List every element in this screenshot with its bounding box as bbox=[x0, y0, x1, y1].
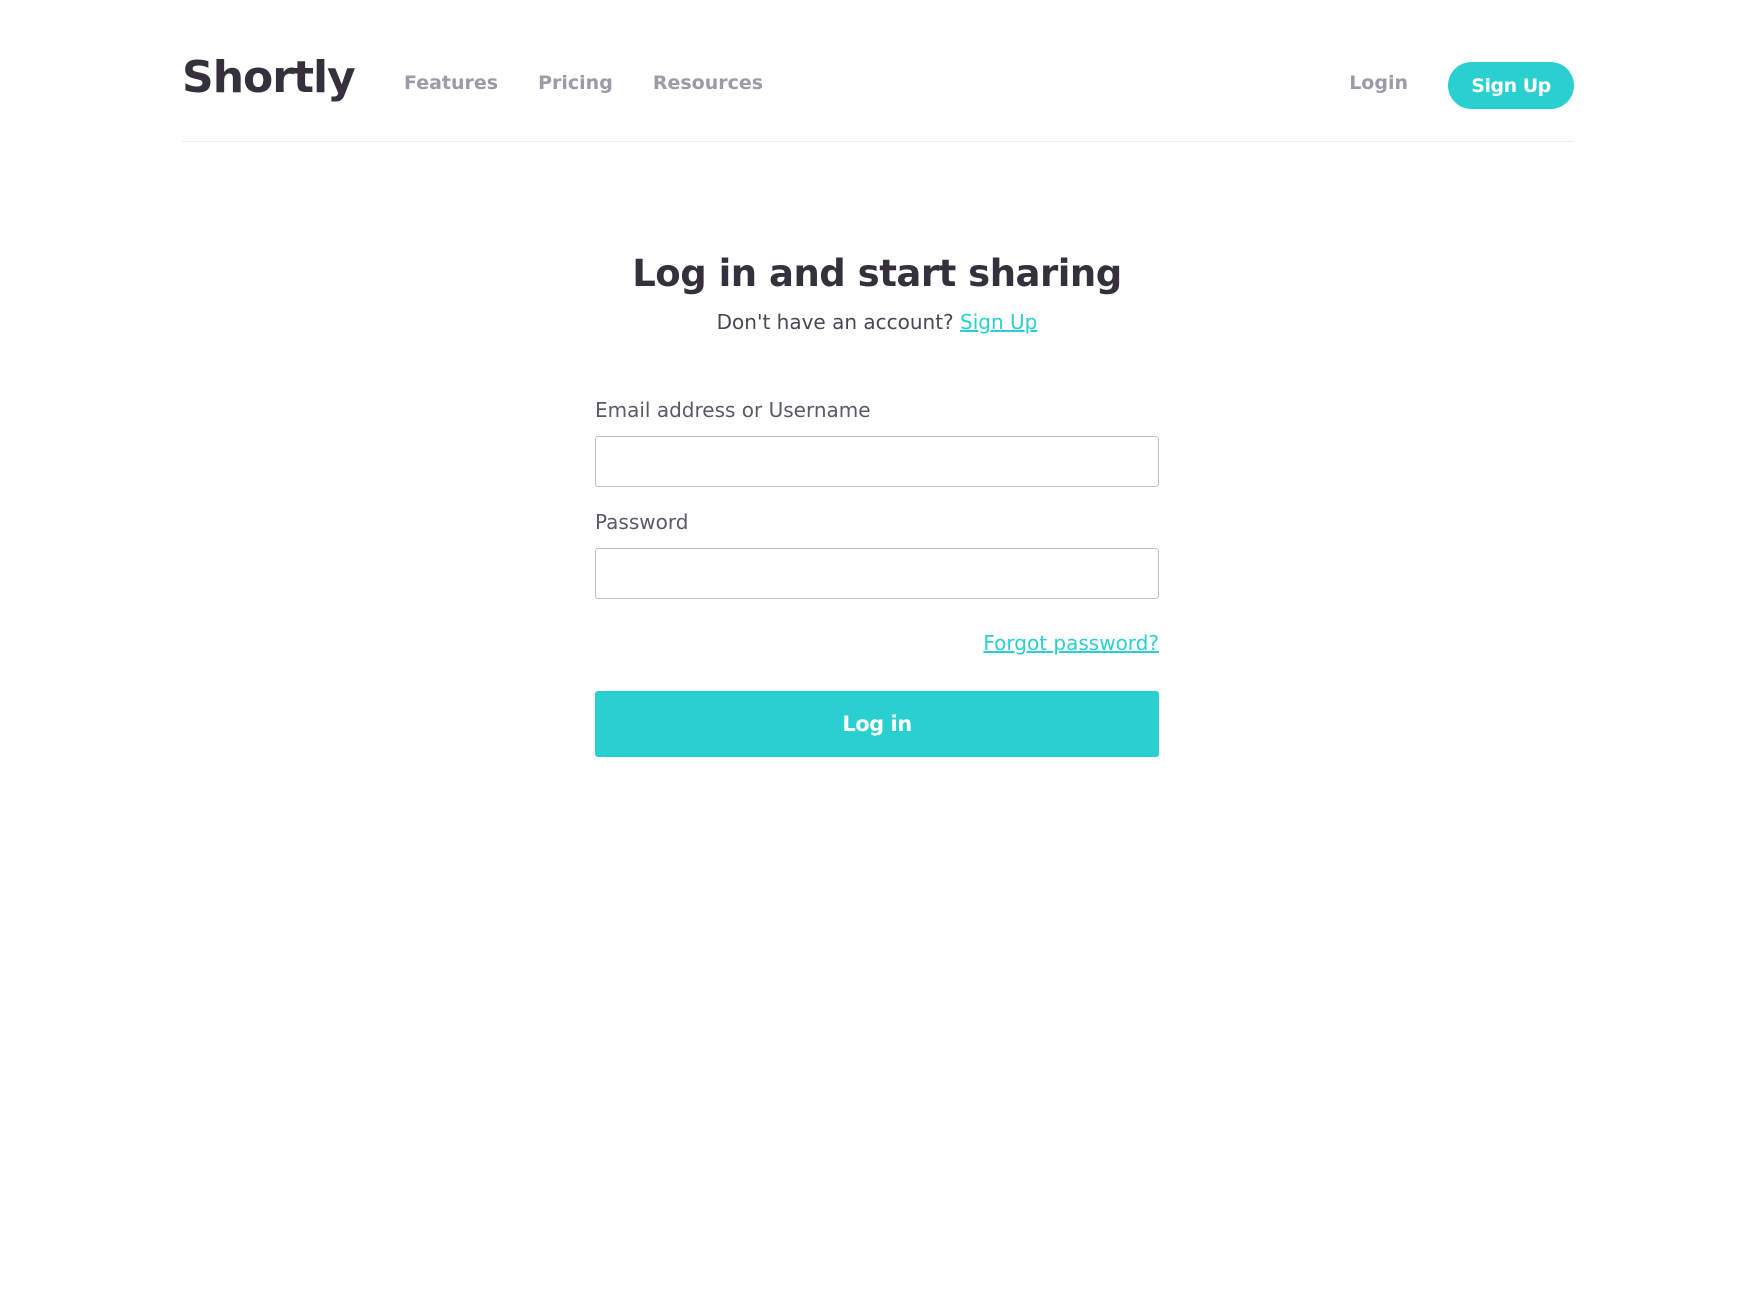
nav-pricing-link[interactable]: Pricing bbox=[538, 74, 613, 93]
nav-features-link[interactable]: Features bbox=[404, 74, 498, 93]
main-nav: Features Pricing Resources bbox=[404, 74, 763, 93]
site-header: Shortly Features Pricing Resources Login… bbox=[182, 40, 1574, 142]
header-login-link[interactable]: Login bbox=[1349, 74, 1408, 93]
header-signup-button[interactable]: Sign Up bbox=[1448, 62, 1574, 109]
email-label: Email address or Username bbox=[595, 398, 871, 422]
signup-link[interactable]: Sign Up bbox=[960, 310, 1037, 334]
email-username-input[interactable] bbox=[595, 436, 1159, 487]
signup-prompt-text: Don't have an account? bbox=[716, 310, 954, 334]
password-input[interactable] bbox=[595, 548, 1159, 599]
nav-resources-link[interactable]: Resources bbox=[653, 74, 763, 93]
forgot-password-link[interactable]: Forgot password? bbox=[983, 631, 1159, 655]
logo[interactable]: Shortly bbox=[182, 56, 356, 100]
login-submit-button[interactable]: Log in bbox=[595, 691, 1159, 757]
signup-prompt: Don't have an account? Sign Up bbox=[395, 310, 1359, 334]
password-label: Password bbox=[595, 510, 689, 534]
page-title: Log in and start sharing bbox=[632, 252, 1122, 295]
